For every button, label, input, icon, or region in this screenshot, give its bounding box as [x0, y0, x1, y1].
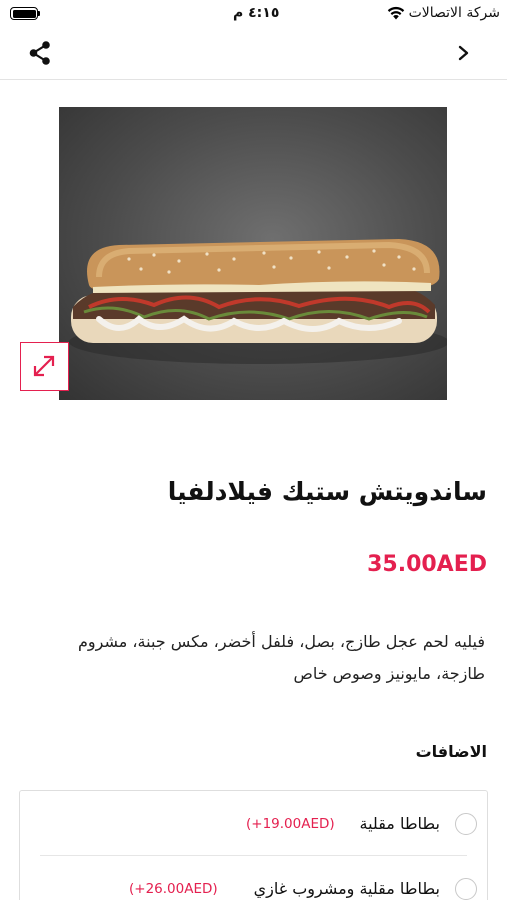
- chevron-right-icon[interactable]: [452, 40, 476, 66]
- status-bar: ٤:١٥ م شركة الاتصالات: [0, 0, 507, 30]
- radio-button[interactable]: [455, 878, 477, 900]
- addon-label: بطاطا مقلية ومشروب غازي: [253, 879, 440, 898]
- product-image: [59, 107, 447, 400]
- wifi-icon: [387, 6, 405, 20]
- carrier-name: شركة الاتصالات: [408, 5, 500, 21]
- addons-heading: الاضافات: [415, 742, 487, 761]
- nav-bar: [0, 30, 507, 80]
- product-title: ساندويتش ستيك فيلادلفيا: [167, 477, 487, 506]
- share-icon[interactable]: [25, 38, 55, 68]
- battery-nub: [38, 11, 40, 16]
- addon-option[interactable]: بطاطا مقلية ومشروب غازي (+26.00AED): [20, 856, 487, 900]
- expand-icon: [33, 355, 55, 377]
- addon-option[interactable]: بطاطا مقلية (+19.00AED): [20, 791, 487, 855]
- expand-image-button[interactable]: [20, 342, 69, 391]
- battery-icon: [10, 7, 38, 20]
- addon-price: (+26.00AED): [129, 881, 218, 897]
- addon-label: بطاطا مقلية: [359, 814, 440, 833]
- product-description: فيليه لحم عجل طازج، بصل، فلفل أخضر، مكس …: [78, 632, 485, 683]
- status-time: ٤:١٥ م: [233, 5, 280, 21]
- sandwich-illustration: [69, 239, 447, 364]
- addons-card: بطاطا مقلية (+19.00AED) بطاطا مقلية ومشر…: [19, 790, 488, 900]
- addon-price: (+19.00AED): [246, 816, 335, 832]
- radio-button[interactable]: [455, 813, 477, 835]
- product-price: 35.00AED: [367, 552, 487, 577]
